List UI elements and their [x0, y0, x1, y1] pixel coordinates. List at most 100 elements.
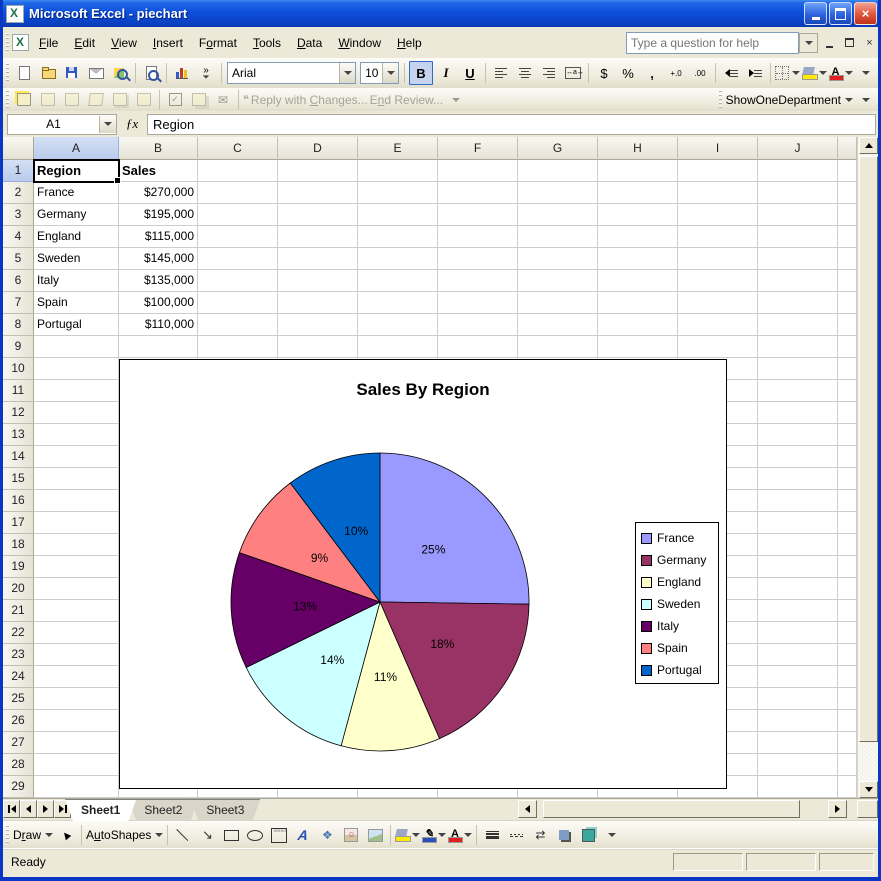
- toolbar-options-button[interactable]: [601, 824, 623, 846]
- column-header-f[interactable]: F: [438, 137, 518, 160]
- toolbar-grip[interactable]: [5, 33, 10, 53]
- cell-partial-19[interactable]: [838, 556, 857, 578]
- cell-h4[interactable]: [598, 226, 678, 248]
- borders-button[interactable]: [775, 62, 800, 84]
- cell-f3[interactable]: [438, 204, 518, 226]
- sheet-tab-sheet3[interactable]: Sheet3: [190, 799, 260, 821]
- cell-partial-14[interactable]: [838, 446, 857, 468]
- cell-a8[interactable]: Portugal: [34, 314, 119, 336]
- oval-button[interactable]: [244, 824, 266, 846]
- cell-j20[interactable]: [758, 578, 838, 600]
- row-header-2[interactable]: 2: [3, 182, 34, 204]
- row-header-24[interactable]: 24: [3, 666, 34, 688]
- cell-e3[interactable]: [358, 204, 438, 226]
- cell-j23[interactable]: [758, 644, 838, 666]
- arrow-style-button[interactable]: ⇄: [529, 824, 551, 846]
- row-header-6[interactable]: 6: [3, 270, 34, 292]
- cell-f9[interactable]: [438, 336, 518, 358]
- cell-partial-28[interactable]: [838, 754, 857, 776]
- cell-a6[interactable]: Italy: [34, 270, 119, 292]
- cell-j11[interactable]: [758, 380, 838, 402]
- menu-tools[interactable]: Tools: [245, 33, 289, 53]
- diagram-button[interactable]: ❖: [316, 824, 338, 846]
- cell-j6[interactable]: [758, 270, 838, 292]
- delete-comment-button[interactable]: [133, 89, 155, 111]
- sheet-tab-sheet2[interactable]: Sheet2: [128, 799, 198, 821]
- increase-indent-button[interactable]: [744, 62, 766, 84]
- row-header-9[interactable]: 9: [3, 336, 34, 358]
- cell-g4[interactable]: [518, 226, 598, 248]
- window-close-button[interactable]: ×: [861, 34, 878, 51]
- cell-h9[interactable]: [598, 336, 678, 358]
- cell-h2[interactable]: [598, 182, 678, 204]
- close-button[interactable]: ×: [854, 2, 877, 25]
- vertical-scroll-thumb[interactable]: [859, 156, 878, 742]
- font-color-button[interactable]: A: [829, 62, 853, 84]
- comma-button[interactable]: ,: [641, 62, 663, 84]
- toolbar-grip[interactable]: [5, 90, 10, 110]
- wordart-button[interactable]: A: [292, 824, 314, 846]
- cell-b3[interactable]: $195,000: [119, 204, 198, 226]
- row-header-28[interactable]: 28: [3, 754, 34, 776]
- cell-c2[interactable]: [198, 182, 278, 204]
- cell-a7[interactable]: Spain: [34, 292, 119, 314]
- shadow-style-button[interactable]: [553, 824, 575, 846]
- row-header-18[interactable]: 18: [3, 534, 34, 556]
- line-color-button[interactable]: ✎: [422, 824, 446, 846]
- legend-item-france[interactable]: France: [641, 527, 718, 549]
- cell-b4[interactable]: $115,000: [119, 226, 198, 248]
- row-header-27[interactable]: 27: [3, 732, 34, 754]
- cell-g6[interactable]: [518, 270, 598, 292]
- cell-e7[interactable]: [358, 292, 438, 314]
- cell-a17[interactable]: [34, 512, 119, 534]
- previous-comment-button[interactable]: [37, 89, 59, 111]
- cell-g1[interactable]: [518, 160, 598, 182]
- name-box[interactable]: A1: [7, 114, 117, 135]
- cell-i8[interactable]: [678, 314, 758, 336]
- cell-i3[interactable]: [678, 204, 758, 226]
- row-header-19[interactable]: 19: [3, 556, 34, 578]
- cell-b7[interactable]: $100,000: [119, 292, 198, 314]
- chevron-down-icon[interactable]: [339, 63, 355, 83]
- column-header-j[interactable]: J: [758, 137, 838, 160]
- cell-j22[interactable]: [758, 622, 838, 644]
- cell-i4[interactable]: [678, 226, 758, 248]
- window-minimize-button[interactable]: [821, 34, 838, 51]
- dash-style-button[interactable]: [505, 824, 527, 846]
- show-comment-button[interactable]: [85, 89, 107, 111]
- email-button[interactable]: [85, 62, 107, 84]
- cell-i5[interactable]: [678, 248, 758, 270]
- cell-j7[interactable]: [758, 292, 838, 314]
- toolbar-options-button[interactable]: »: [195, 62, 217, 84]
- cell-j15[interactable]: [758, 468, 838, 490]
- legend-item-sweden[interactable]: Sweden: [641, 593, 718, 615]
- cell-d9[interactable]: [278, 336, 358, 358]
- update-file-button[interactable]: ✓: [164, 89, 186, 111]
- row-header-15[interactable]: 15: [3, 468, 34, 490]
- cell-j21[interactable]: [758, 600, 838, 622]
- cell-i2[interactable]: [678, 182, 758, 204]
- row-header-20[interactable]: 20: [3, 578, 34, 600]
- cell-a23[interactable]: [34, 644, 119, 666]
- column-header-partial[interactable]: [838, 137, 857, 160]
- cell-h5[interactable]: [598, 248, 678, 270]
- question-dropdown-button[interactable]: [799, 33, 818, 53]
- cell-b9[interactable]: [119, 336, 198, 358]
- cell-a16[interactable]: [34, 490, 119, 512]
- cell-partial-29[interactable]: [838, 776, 857, 798]
- cell-a19[interactable]: [34, 556, 119, 578]
- cell-j25[interactable]: [758, 688, 838, 710]
- currency-button[interactable]: $: [593, 62, 615, 84]
- cell-f6[interactable]: [438, 270, 518, 292]
- cell-a9[interactable]: [34, 336, 119, 358]
- cell-f2[interactable]: [438, 182, 518, 204]
- next-comment-button[interactable]: [61, 89, 83, 111]
- chevron-down-icon[interactable]: [382, 63, 398, 83]
- cell-c1[interactable]: [198, 160, 278, 182]
- cell-partial-5[interactable]: [838, 248, 857, 270]
- name-box-dropdown[interactable]: [99, 116, 116, 133]
- cell-a3[interactable]: Germany: [34, 204, 119, 226]
- save-button[interactable]: [61, 62, 83, 84]
- cell-j13[interactable]: [758, 424, 838, 446]
- menu-insert[interactable]: Insert: [145, 33, 191, 53]
